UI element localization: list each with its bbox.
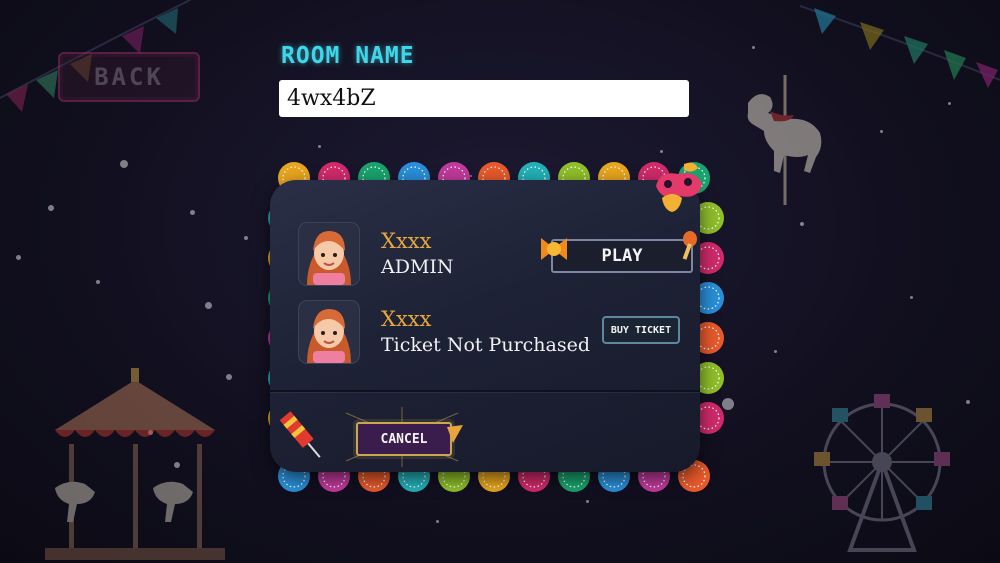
bunting-right bbox=[800, 5, 1000, 88]
firecracker-icon bbox=[279, 411, 321, 458]
panel-divider bbox=[270, 390, 700, 392]
back-button[interactable]: BACK bbox=[58, 52, 200, 102]
room-name-label: ROOM NAME bbox=[281, 43, 415, 69]
maraca-icon bbox=[682, 231, 697, 260]
player-1-avatar bbox=[298, 222, 360, 286]
player-1-name: Xxxx bbox=[381, 229, 432, 253]
room-name-input[interactable] bbox=[279, 80, 689, 117]
buy-ticket-button[interactable]: BUY TICKET bbox=[602, 316, 680, 344]
buy-ticket-button-label: BUY TICKET bbox=[610, 324, 672, 336]
player-2-avatar bbox=[298, 300, 360, 364]
player-2-status: Ticket Not Purchased bbox=[381, 334, 591, 356]
cone-icon bbox=[447, 425, 463, 443]
back-button-label: BACK bbox=[94, 63, 164, 91]
carousel-illustration bbox=[45, 368, 225, 560]
carnival-mask-icon bbox=[656, 162, 702, 212]
cancel-button[interactable]: CANCEL bbox=[356, 422, 452, 456]
candy-icon bbox=[541, 238, 567, 260]
play-button-label: PLAY bbox=[601, 246, 643, 266]
player-1-status: ADMIN bbox=[381, 256, 454, 278]
ferris-wheel-illustration bbox=[814, 394, 950, 552]
cancel-button-label: CANCEL bbox=[380, 431, 428, 447]
player-2-name: Xxxx bbox=[381, 307, 432, 331]
carousel-horse-illustration bbox=[747, 75, 822, 205]
play-button[interactable]: PLAY bbox=[551, 239, 693, 273]
